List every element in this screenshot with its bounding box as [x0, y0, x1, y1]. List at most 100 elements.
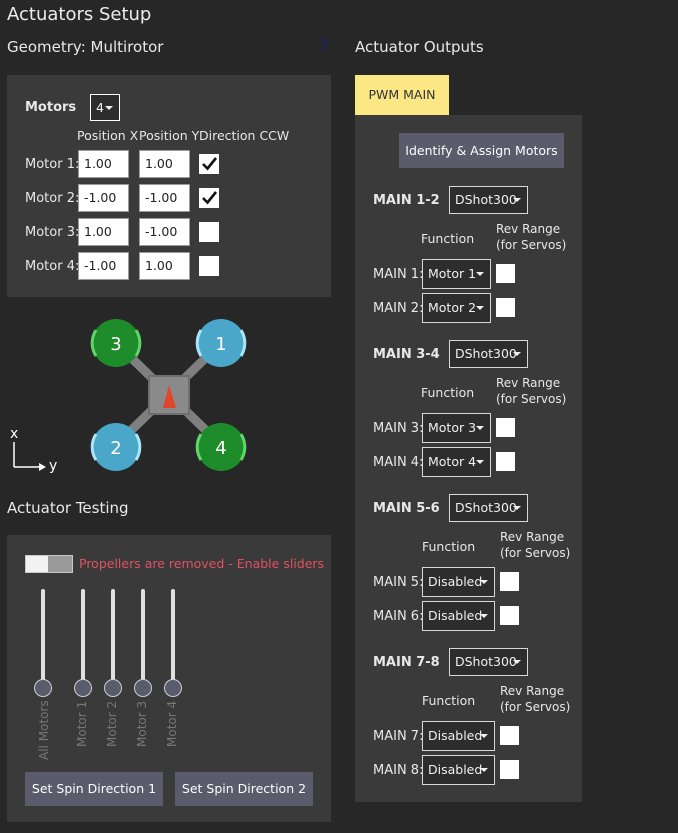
motors-count-select[interactable]: 4 — [90, 94, 120, 121]
position-y-input[interactable]: 1.00 — [139, 252, 190, 280]
rotor-3-label: 3 — [110, 334, 121, 355]
direction-ccw-checkbox[interactable] — [199, 222, 219, 242]
rotor-1: 1 — [195, 319, 247, 367]
motors-label: Motors — [25, 100, 77, 115]
toggle-knob — [26, 556, 48, 572]
function-select[interactable]: Disabled — [422, 721, 495, 751]
position-y-input[interactable]: -1.00 — [139, 218, 190, 246]
motor-label: Motor 1: — [25, 157, 80, 172]
slider-track — [41, 589, 45, 686]
direction-ccw-checkbox[interactable] — [199, 188, 219, 208]
multirotor-diagram: 3 1 2 4 x y — [10, 319, 247, 474]
set-spin-direction-1-button[interactable]: Set Spin Direction 1 — [25, 772, 163, 806]
slider-track — [141, 589, 145, 686]
help-link[interactable]: ? — [321, 38, 328, 54]
rev-range-checkbox[interactable] — [496, 452, 515, 471]
slider-knob[interactable] — [34, 679, 52, 697]
identify-assign-motors-button[interactable]: Identify & Assign Motors — [399, 133, 564, 168]
slider-track — [81, 589, 85, 686]
motor-label: Motor 4: — [25, 259, 80, 274]
output-label: MAIN 7: — [373, 729, 424, 744]
testing-title: Actuator Testing — [7, 499, 129, 517]
output-label: MAIN 1: — [373, 267, 424, 282]
position-x-input[interactable]: 1.00 — [78, 150, 129, 178]
slider-label: All Motors — [37, 700, 51, 760]
rev-range-subheader: (for Servos) — [500, 700, 571, 714]
function-value: Motor 2 — [428, 300, 477, 315]
rotor-4-label: 4 — [215, 438, 226, 459]
protocol-select[interactable]: DShot300 — [449, 494, 528, 522]
position-x-input[interactable]: -1.00 — [78, 184, 129, 212]
output-label: MAIN 6: — [373, 609, 424, 624]
rev-range-subheader: (for Servos) — [496, 392, 567, 406]
function-select[interactable]: Disabled — [422, 601, 495, 631]
slider-label: Motor 1 — [75, 700, 89, 747]
direction-ccw-checkbox[interactable] — [199, 154, 219, 174]
rev-range-subheader: (for Servos) — [500, 546, 571, 560]
set-spin-direction-2-button[interactable]: Set Spin Direction 2 — [175, 772, 313, 806]
position-y-input[interactable]: -1.00 — [139, 184, 190, 212]
function-value: Motor 1 — [428, 266, 477, 281]
toggle-label: Propellers are removed - Enable sliders — [79, 556, 325, 571]
rev-range-header: Rev Range — [496, 376, 561, 390]
chevron-down-icon — [513, 352, 521, 356]
function-select[interactable]: Motor 4 — [422, 447, 491, 477]
function-select[interactable]: Disabled — [422, 567, 495, 597]
function-select[interactable]: Motor 2 — [422, 293, 491, 323]
slider-track — [171, 589, 175, 686]
rev-range-checkbox[interactable] — [500, 606, 519, 625]
slider-knob[interactable] — [104, 679, 122, 697]
tab-pwm-main[interactable]: PWM MAIN — [355, 75, 449, 115]
slider-track — [111, 589, 115, 686]
outputs-panel: Identify & Assign Motors MAIN 1-2 DShot3… — [355, 115, 582, 802]
chevron-down-icon — [476, 460, 484, 464]
slider-label: Motor 2 — [105, 700, 119, 747]
slider-knob[interactable] — [164, 679, 182, 697]
output-label: MAIN 3: — [373, 421, 424, 436]
axis-x-label: x — [10, 426, 18, 442]
outputs-title: Actuator Outputs — [355, 38, 484, 56]
chevron-down-icon — [476, 272, 484, 276]
enable-sliders-toggle[interactable] — [25, 555, 73, 573]
function-select[interactable]: Disabled — [422, 755, 495, 785]
function-value: Disabled — [428, 762, 483, 777]
rev-range-checkbox[interactable] — [496, 298, 515, 317]
function-value: Disabled — [428, 728, 483, 743]
col-direction-ccw: Direction CCW — [199, 128, 290, 143]
motor-label: Motor 2: — [25, 191, 80, 206]
rev-range-checkbox[interactable] — [496, 264, 515, 283]
slider-label: Motor 4 — [165, 700, 179, 747]
function-header: Function — [422, 693, 476, 708]
chevron-down-icon — [480, 768, 488, 772]
protocol-value: DShot300 — [455, 500, 517, 515]
check-icon — [202, 191, 218, 205]
position-y-input[interactable]: 1.00 — [139, 150, 190, 178]
position-x-input[interactable]: 1.00 — [78, 218, 129, 246]
protocol-select[interactable]: DShot300 — [449, 648, 528, 676]
slider-knob[interactable] — [74, 679, 92, 697]
output-label: MAIN 4: — [373, 455, 424, 470]
output-label: MAIN 8: — [373, 763, 424, 778]
geometry-panel: Motors 4 Position X Position Y Direction… — [7, 75, 331, 297]
rev-range-checkbox[interactable] — [500, 572, 519, 591]
chevron-down-icon — [513, 660, 521, 664]
position-x-input[interactable]: -1.00 — [78, 252, 129, 280]
chevron-down-icon — [476, 426, 484, 430]
protocol-select[interactable]: DShot300 — [449, 186, 528, 214]
axis-indicator: x y — [10, 426, 57, 474]
direction-ccw-checkbox[interactable] — [199, 256, 219, 276]
rev-range-checkbox[interactable] — [500, 760, 519, 779]
output-label: MAIN 2: — [373, 301, 424, 316]
chevron-down-icon — [480, 614, 488, 618]
rev-range-checkbox[interactable] — [500, 726, 519, 745]
protocol-value: DShot300 — [455, 192, 517, 207]
function-select[interactable]: Motor 1 — [422, 259, 491, 289]
motors-count-value: 4 — [96, 100, 104, 115]
function-select[interactable]: Motor 3 — [422, 413, 491, 443]
rotor-3: 3 — [90, 319, 142, 367]
rev-range-checkbox[interactable] — [496, 418, 515, 437]
function-value: Motor 3 — [428, 420, 477, 435]
function-header: Function — [421, 231, 475, 246]
protocol-select[interactable]: DShot300 — [449, 340, 528, 368]
slider-knob[interactable] — [134, 679, 152, 697]
